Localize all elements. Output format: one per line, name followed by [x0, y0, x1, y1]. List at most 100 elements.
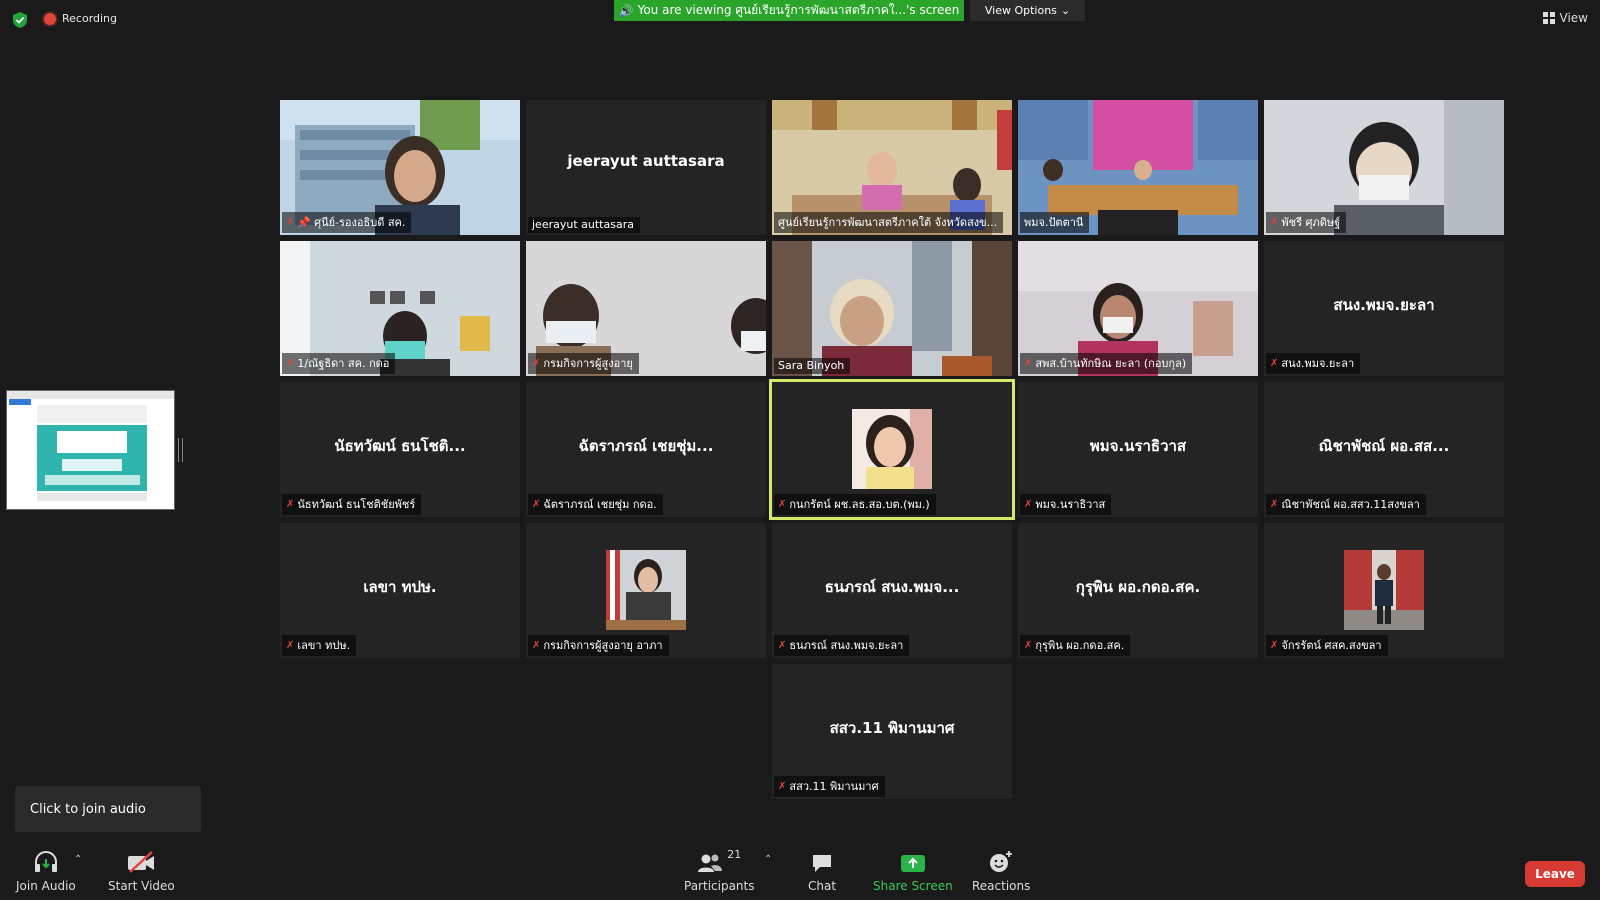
- video-tile-6[interactable]: ✗ 1/ณัฐธิดา สค. กดอ: [280, 241, 520, 376]
- participant-name: กนกรัตน์ ผช.ลธ.สอ.บต.(พม.): [789, 498, 930, 511]
- participant-namebar: ✗ นัธทวัฒน์ ธนโชติชัยพัชร์: [282, 494, 422, 515]
- view-button[interactable]: View: [1542, 11, 1588, 25]
- mic-muted-icon: ✗: [778, 780, 787, 792]
- participant-name: กรมกิจการผู้สูงอายุ: [543, 357, 633, 370]
- participant-namebar: ✗ 📌 ศุนีย์-รองอธิบดี สค.: [282, 212, 412, 233]
- participant-namebar: ✗ กรมกิจการผู้สูงอายุ: [528, 353, 639, 374]
- video-tile-3[interactable]: ศูนย์เรียนรู้การพัฒนาสตรีภาคใต้ จังหวัดส…: [772, 100, 1012, 235]
- video-tile-10[interactable]: สนง.พมจ.ยะลา ✗ สนง.พมจ.ยะลา: [1264, 241, 1504, 376]
- video-tile-18[interactable]: ธนภรณ์ สนง.พมจ... ✗ ธนภรณ์ สนง.พมจ.ยะลา: [772, 523, 1012, 658]
- participant-namebar: ✗ สสว.11 พิมานมาศ: [774, 776, 885, 797]
- top-bar: Recording 🔊 You are viewing ศูนย์เรียนรู…: [0, 0, 1600, 36]
- participant-name: เลขา ทปษ.: [297, 639, 351, 652]
- participant-namebar: ✗ กรมกิจการผู้สูงอายุ อาภา: [528, 635, 669, 656]
- recording-indicator[interactable]: Recording: [44, 12, 117, 25]
- participant-avatar: [852, 409, 932, 489]
- video-tile-7[interactable]: ✗ กรมกิจการผู้สูงอายุ: [526, 241, 766, 376]
- participants-count: 21: [727, 848, 742, 861]
- video-tile-4[interactable]: พมจ.ปัตตานี: [1018, 100, 1258, 235]
- video-tile-5[interactable]: ✗ พัชรี ศุภดิษฐ์: [1264, 100, 1504, 235]
- participant-display-name: ฉัตราภรณ์ เชยชุ่ม...: [578, 437, 714, 455]
- meeting-toolbar: Join Audio ⌃ Start Video 21 Participants…: [0, 848, 1600, 900]
- leave-button[interactable]: Leave: [1525, 861, 1585, 887]
- mic-muted-icon: ✗: [778, 498, 787, 510]
- video-tile-8[interactable]: Sara Binyoh: [772, 241, 1012, 376]
- participant-namebar: ✗ ฉัตราภรณ์ เชยชุ่ม กดอ.: [528, 494, 663, 515]
- participant-display-name: นัธทวัฒน์ ธนโชติ...: [334, 437, 466, 455]
- video-tile-14[interactable]: พมจ.นราธิวาส ✗ พมจ.นราธิวาส: [1018, 382, 1258, 517]
- video-tile-17[interactable]: ✗ กรมกิจการผู้สูงอายุ อาภา: [526, 523, 766, 658]
- participant-namebar: ✗ เลขา ทปษ.: [282, 635, 357, 656]
- video-tile-21[interactable]: สสว.11 พิมานมาศ ✗ สสว.11 พิมานมาศ: [772, 664, 1012, 799]
- participant-display-name: ธนภรณ์ สนง.พมจ...: [824, 578, 960, 596]
- security-shield-icon[interactable]: [12, 11, 28, 29]
- share-screen-button[interactable]: Share Screen: [873, 848, 953, 893]
- audio-options-caret-icon[interactable]: ⌃: [74, 854, 82, 865]
- video-tile-15[interactable]: ณิชาพัชณ์ ผอ.สส... ✗ ณิชาพัชณ์ ผอ.สสว.11…: [1264, 382, 1504, 517]
- participant-name: สสว.11 พิมานมาศ: [789, 780, 879, 793]
- join-audio-button[interactable]: Join Audio: [16, 848, 76, 893]
- view-options-button[interactable]: View Options ⌄: [970, 0, 1085, 21]
- mic-muted-icon: ✗: [1024, 639, 1033, 651]
- participant-namebar: ✗ ณิชาพัชณ์ ผอ.สสว.11สงขลา: [1266, 494, 1426, 515]
- reactions-button[interactable]: Reactions: [972, 848, 1030, 893]
- mic-muted-icon: ✗: [1270, 498, 1279, 510]
- mic-muted-icon: ✗: [1024, 498, 1033, 510]
- video-tile-20[interactable]: ✗ จักรรัตน์ ศสค.สงขลา: [1264, 523, 1504, 658]
- video-tile-11[interactable]: นัธทวัฒน์ ธนโชติ... ✗ นัธทวัฒน์ ธนโชติชั…: [280, 382, 520, 517]
- participants-options-caret-icon[interactable]: ⌃: [764, 854, 772, 865]
- video-tile-9[interactable]: ✗ สพส.บ้านทักษิณ ยะลา (กอบกุล): [1018, 241, 1258, 376]
- participant-name: พัชรี ศุภดิษฐ์: [1281, 216, 1341, 229]
- participant-namebar: Sara Binyoh: [774, 358, 851, 374]
- participant-name: พมจ.นราธิวาส: [1035, 498, 1106, 511]
- reactions-icon: [990, 851, 1013, 872]
- video-tile-16[interactable]: เลขา ทปษ. ✗ เลขา ทปษ.: [280, 523, 520, 658]
- mic-muted-icon: ✗: [1024, 357, 1033, 369]
- chevron-down-icon: ⌄: [1060, 4, 1071, 17]
- participant-display-name: เลขา ทปษ.: [363, 578, 437, 596]
- participant-video: [772, 241, 1012, 376]
- recording-dot-icon: [44, 12, 56, 25]
- view-button-label: View: [1559, 11, 1588, 25]
- participant-name: ศูนย์เรียนรู้การพัฒนาสตรีภาคใต้ จังหวัดส…: [778, 216, 998, 229]
- join-audio-tooltip[interactable]: Click to join audio: [15, 786, 201, 832]
- join-audio-label: Join Audio: [16, 879, 76, 893]
- participant-avatar: [1344, 550, 1424, 630]
- participant-namebar: ✗ 1/ณัฐธิดา สค. กดอ: [282, 353, 396, 374]
- participant-name: ธนภรณ์ สนง.พมจ.ยะลา: [789, 639, 904, 652]
- shared-screen-preview: [7, 391, 174, 509]
- video-tile-2[interactable]: jeerayut auttasara jeerayut auttasara: [526, 100, 766, 235]
- headphones-icon: [34, 851, 57, 872]
- share-screen-icon: [900, 855, 925, 872]
- video-tile-1[interactable]: ✗ 📌 ศุนีย์-รองอธิบดี สค.: [280, 100, 520, 235]
- participant-namebar: ✗ กนกรัตน์ ผช.ลธ.สอ.บต.(พม.): [774, 494, 936, 515]
- view-options-label: View Options: [984, 4, 1057, 17]
- participant-name: Sara Binyoh: [778, 359, 845, 372]
- reactions-label: Reactions: [972, 879, 1031, 893]
- video-tile-13-active-speaker[interactable]: ✗ กนกรัตน์ ผช.ลธ.สอ.บต.(พม.): [772, 382, 1012, 517]
- thumbnail-resize-handle[interactable]: [178, 438, 183, 462]
- chat-button[interactable]: Chat: [808, 848, 836, 893]
- mic-muted-icon: ✗: [1270, 357, 1279, 369]
- pin-icon: 📌: [297, 215, 312, 229]
- video-tile-19[interactable]: กุรุพิน ผอ.กดอ.สค. ✗ กุรุพิน ผอ.กดอ.สค.: [1018, 523, 1258, 658]
- participant-display-name: กุรุพิน ผอ.กดอ.สค.: [1075, 578, 1201, 596]
- participant-namebar: ✗ ธนภรณ์ สนง.พมจ.ยะลา: [774, 635, 910, 656]
- start-video-button[interactable]: Start Video: [108, 848, 175, 893]
- participant-avatar: [606, 550, 686, 630]
- participant-name: สพส.บ้านทักษิณ ยะลา (กอบกุล): [1035, 357, 1187, 370]
- participant-display-name: ณิชาพัชณ์ ผอ.สส...: [1318, 437, 1450, 455]
- participant-name: จักรรัตน์ ศสค.สงขลา: [1281, 639, 1382, 652]
- video-tile-12[interactable]: ฉัตราภรณ์ เชยชุ่ม... ✗ ฉัตราภรณ์ เชยชุ่ม…: [526, 382, 766, 517]
- mic-muted-icon: ✗: [286, 639, 295, 651]
- participant-name: ศุนีย์-รองอธิบดี สค.: [314, 216, 406, 229]
- participant-namebar: ศูนย์เรียนรู้การพัฒนาสตรีภาคใต้ จังหวัดส…: [774, 212, 1004, 233]
- participant-namebar: ✗ สนง.พมจ.ยะลา: [1266, 353, 1361, 374]
- participants-button[interactable]: 21 Participants: [684, 848, 755, 893]
- mic-muted-icon: ✗: [778, 639, 787, 651]
- join-audio-tooltip-text: Click to join audio: [30, 801, 146, 817]
- shared-screen-thumbnail[interactable]: [6, 390, 175, 510]
- chat-icon: [813, 855, 832, 872]
- participant-display-name: พมจ.นราธิวาส: [1089, 437, 1187, 455]
- participant-namebar: ✗ พัชรี ศุภดิษฐ์: [1266, 212, 1347, 233]
